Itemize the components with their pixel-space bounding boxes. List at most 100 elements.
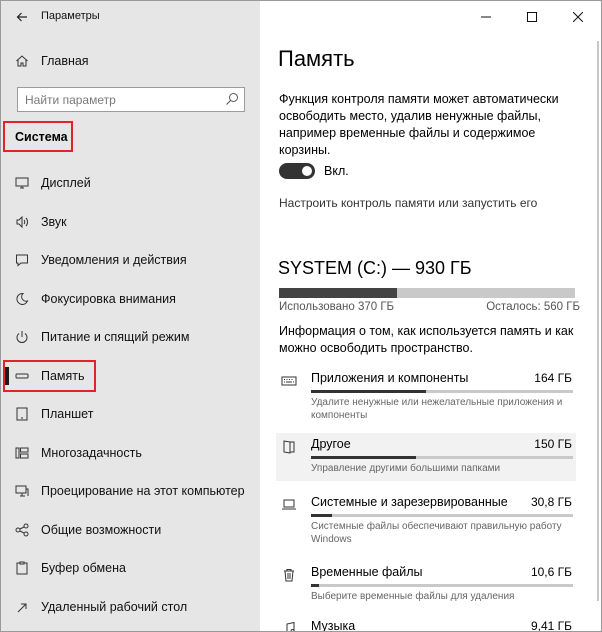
section-title: Система — [15, 130, 68, 144]
sidebar-item-multitasking[interactable]: Многозадачность — [1, 436, 260, 470]
category-description: Управление другими большими папками — [311, 463, 501, 474]
sidebar-item-storage[interactable]: Память — [1, 359, 260, 393]
sidebar-item-label: Дисплей — [41, 176, 91, 190]
category-name: Временные файлы — [311, 565, 423, 579]
close-icon — [573, 11, 583, 22]
category-bar — [311, 456, 573, 459]
laptop-icon — [282, 499, 296, 510]
sidebar-item-label: Питание и спящий режим — [41, 330, 190, 344]
category-name: Музыка — [311, 619, 356, 632]
category-system[interactable]: Системные и зарезервированные 30,8 ГБ Си… — [276, 491, 576, 551]
configure-storage-sense-link[interactable]: Настроить контроль памяти или запустить … — [279, 196, 537, 210]
category-other[interactable]: Другое 150 ГБ Управление другими большим… — [276, 433, 576, 481]
sidebar-item-label: Буфер обмена — [41, 561, 126, 575]
sidebar-item-label: Проецирование на этот компьютер — [41, 484, 245, 498]
sidebar-item-label: Планшет — [41, 407, 94, 421]
drive-usage-fill — [279, 288, 397, 298]
storage-sense-description: Функция контроля памяти может автоматиче… — [279, 92, 559, 157]
shared-experiences-icon — [14, 522, 30, 538]
toggle-knob — [302, 166, 312, 176]
projection-icon — [14, 483, 30, 499]
sidebar-item-projection[interactable]: Проецирование на этот компьютер — [1, 474, 260, 508]
sidebar-item-focus-assist[interactable]: Фокусировка внимания — [1, 282, 260, 316]
category-size: 164 ГБ — [534, 371, 572, 385]
minimize-icon — [481, 16, 491, 17]
settings-window: Параметры Главная Система Дисплей Звук У… — [0, 0, 602, 632]
window-controls — [463, 1, 601, 32]
sidebar-item-label: Фокусировка внимания — [41, 292, 176, 306]
clipboard-icon — [14, 560, 30, 576]
category-bar — [311, 390, 573, 393]
remote-desktop-icon — [14, 599, 30, 615]
category-apps[interactable]: Приложения и компоненты 164 ГБ Удалите н… — [276, 367, 576, 427]
trash-icon — [284, 569, 294, 582]
minimize-button[interactable] — [463, 1, 509, 32]
sidebar-item-label: Уведомления и действия — [41, 253, 187, 267]
sidebar-item-home[interactable]: Главная — [1, 44, 260, 78]
category-name: Другое — [311, 437, 351, 451]
keyboard-icon — [281, 376, 297, 386]
moon-icon — [14, 291, 30, 307]
toggle-label: Вкл. — [324, 164, 349, 178]
music-icon — [286, 621, 295, 631]
search-icon[interactable] — [225, 92, 239, 106]
tablet-icon — [14, 406, 30, 422]
category-size: 30,8 ГБ — [530, 495, 572, 509]
category-name: Приложения и компоненты — [311, 371, 469, 385]
category-bar-fill — [311, 390, 427, 393]
category-bar-fill — [311, 514, 332, 517]
sidebar-item-display[interactable]: Дисплей — [1, 166, 260, 200]
storage-sense-toggle[interactable] — [279, 163, 315, 179]
sidebar-item-power[interactable]: Питание и спящий режим — [1, 320, 260, 354]
sidebar-item-sound[interactable]: Звук — [1, 205, 260, 239]
maximize-icon — [527, 11, 537, 22]
category-bar-fill — [311, 456, 416, 459]
category-name: Системные и зарезервированные — [311, 495, 508, 509]
display-icon — [14, 175, 30, 191]
notification-icon — [14, 252, 30, 268]
sidebar-item-notifications[interactable]: Уведомления и действия — [1, 243, 260, 277]
sidebar-item-tablet[interactable]: Планшет — [1, 397, 260, 431]
scrollbar[interactable] — [597, 41, 599, 601]
category-size: 9,41 ГБ — [530, 619, 572, 632]
category-size: 150 ГБ — [534, 437, 572, 451]
sidebar-item-label: Многозадачность — [41, 446, 142, 460]
free-space-label: Осталось: 560 ГБ — [486, 301, 580, 313]
sidebar-item-label: Звук — [41, 215, 67, 229]
sidebar: Параметры Главная Система Дисплей Звук У… — [1, 1, 260, 631]
sidebar-item-shared-experiences[interactable]: Общие возможности — [1, 513, 260, 547]
sidebar-item-remote-desktop[interactable]: Удаленный рабочий стол — [1, 590, 260, 624]
category-description: Выберите временные файлы для удаления — [311, 591, 515, 602]
used-space-label: Использовано 370 ГБ — [279, 301, 395, 313]
sidebar-item-label: Память — [41, 369, 85, 383]
category-bar-fill — [311, 584, 319, 587]
category-description: Системные файлы обеспечивают правильную … — [311, 521, 562, 545]
power-icon — [14, 329, 30, 345]
back-button[interactable] — [11, 7, 33, 27]
title-bar: Параметры — [1, 1, 260, 32]
multitasking-icon — [14, 445, 30, 461]
home-icon — [14, 53, 30, 69]
category-description: Удалите ненужные или нежелательные прило… — [311, 397, 563, 421]
sidebar-item-label: Главная — [41, 54, 89, 68]
category-size: 10,6 ГБ — [530, 565, 572, 579]
sidebar-item-clipboard[interactable]: Буфер обмена — [1, 551, 260, 585]
search-field[interactable] — [17, 87, 245, 112]
maximize-button[interactable] — [509, 1, 555, 32]
category-music[interactable]: Музыка 9,41 ГБ — [276, 615, 576, 632]
sidebar-item-label: Удаленный рабочий стол — [41, 600, 188, 614]
main-content: Память Функция контроля памяти может авт… — [260, 1, 601, 631]
category-temp-files[interactable]: Временные файлы 10,6 ГБ Выберите временн… — [276, 561, 576, 609]
speaker-icon — [14, 214, 30, 230]
drive-usage-bar — [279, 288, 575, 298]
drive-title: SYSTEM (C:) — 930 ГБ — [278, 258, 472, 278]
close-button[interactable] — [555, 1, 601, 32]
sidebar-item-label: Общие возможности — [41, 523, 162, 537]
storage-info-text: Информация о том, как используется памят… — [279, 324, 574, 355]
search-input[interactable] — [18, 88, 218, 111]
folder-icon — [283, 440, 295, 454]
storage-icon — [14, 368, 30, 384]
window-title: Параметры — [41, 10, 100, 22]
back-arrow-icon — [16, 12, 27, 22]
page-title: Память — [278, 46, 355, 71]
